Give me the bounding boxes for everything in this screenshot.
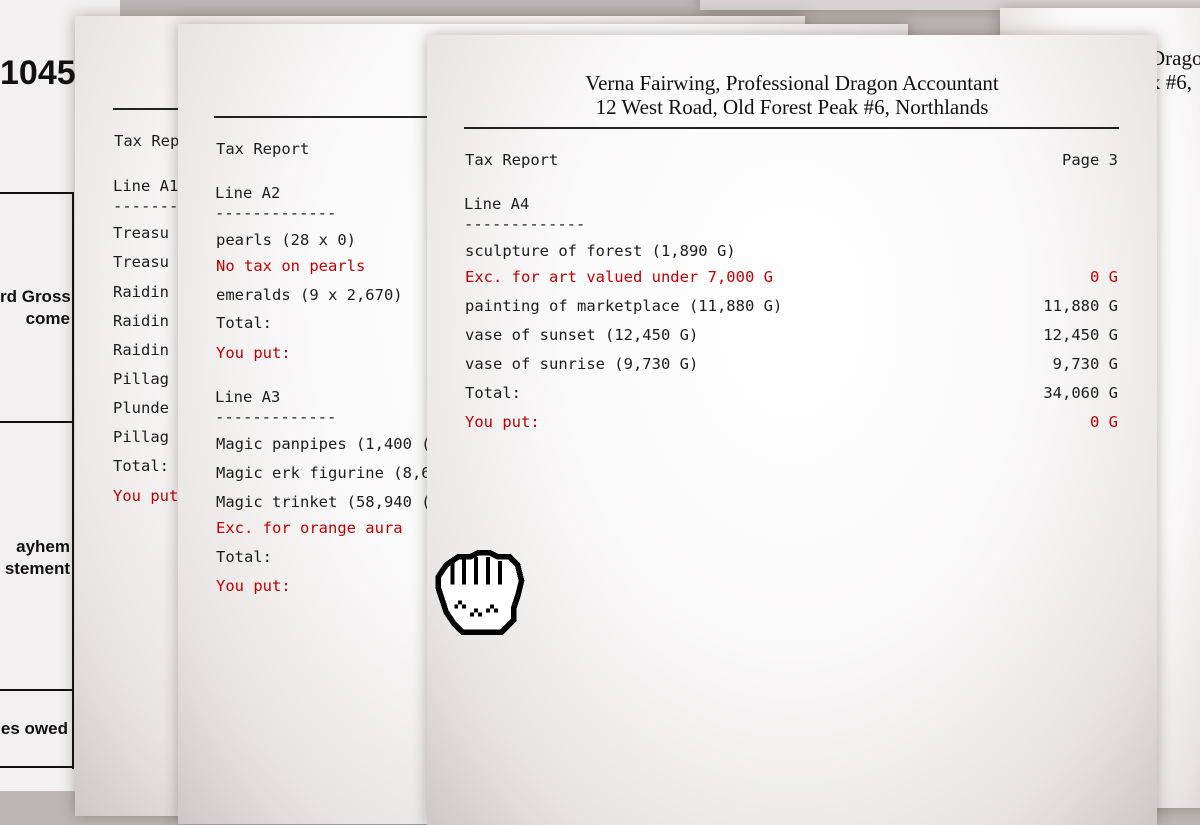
report-title: Tax Report [216,140,310,158]
you-put-value[interactable]: 0 G [1090,413,1118,431]
page-number: Page 3 [1062,151,1118,169]
list-item: Magic panpipes (1,400 ( [216,435,431,453]
list-item: pearls (28 x 0) [216,231,356,249]
form-number: 1045 [0,54,76,92]
mayhem-adjustment-label: ayhem stement [4,537,70,578]
row-value: 11,880 G [1043,297,1118,315]
form-column-line [72,689,74,769]
line-dashes: ------------- [215,408,337,426]
line-label: Line A1 [113,177,179,195]
list-item: painting of marketplace (11,880 G) [465,297,783,315]
report-title: Tax Report [465,151,559,169]
total-value: 34,060 G [1043,384,1118,402]
report-title: Tax Rep [114,132,180,150]
row-value: 0 G [1090,268,1118,286]
form-divider [0,689,74,691]
line-label: Line A4 [464,195,530,213]
back-header-fragment: Drago x #6, [1150,46,1200,94]
form-column-line [72,421,74,689]
list-item: Raidin [113,341,169,359]
list-item: Magic trinket (58,940 ( [216,493,431,511]
list-item: Raidin [113,312,169,330]
line-label: Line A2 [215,184,281,202]
list-item: Exc. for art valued under 7,000 G [465,268,773,286]
list-item: Pillag [113,428,169,446]
report-page-3[interactable]: Verna Fairwing, Professional Dragon Acco… [427,35,1157,825]
list-item: Treasu [113,224,169,242]
list-item: sculpture of forest (1,890 G) [465,242,736,260]
list-item: Raidin [113,283,169,301]
you-put-label: You put: [216,344,291,362]
taxes-owed-label: es owed [0,719,68,738]
row-value: 12,450 G [1043,326,1118,344]
line-dashes: ------------- [215,204,337,222]
you-put-label: You put [113,487,179,505]
list-item: No tax on pearls [216,257,366,275]
you-put-label: You put: [465,413,540,431]
line-label: Line A3 [215,388,281,406]
list-item: Exc. for orange aura [216,519,403,537]
total-label: Total: [216,314,272,332]
list-item: Magic erk figurine (8,6 [216,464,431,482]
line-dashes: -------- [113,197,188,215]
total-label: Total: [465,384,521,402]
header-rule [464,127,1119,129]
total-label: Total: [113,457,169,475]
list-item: Plunde [113,399,169,417]
list-item: Treasu [113,253,169,271]
accountant-header: Verna Fairwing, Professional Dragon Acco… [585,71,999,119]
list-item: Pillag [113,370,169,388]
form-column-line [72,192,74,422]
row-value: 9,730 G [1052,355,1118,373]
form-divider [0,192,74,194]
list-item: emeralds (9 x 2,670) [216,286,403,304]
gross-income-label: rd Gross come [0,287,71,328]
you-put-label: You put: [216,577,291,595]
form-divider [0,766,74,768]
total-label: Total: [216,548,272,566]
list-item: vase of sunset (12,450 G) [465,326,699,344]
form-divider [0,421,74,423]
grabbing-hand-icon [435,550,525,635]
list-item: vase of sunrise (9,730 G) [465,355,699,373]
line-dashes: ------------- [464,215,586,233]
